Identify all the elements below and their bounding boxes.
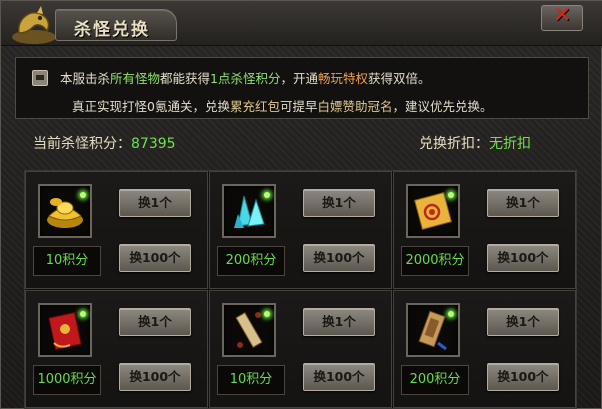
exchange-1-button[interactable]: 换1个 [119,189,191,217]
item-slot[interactable] [38,184,92,238]
close-button[interactable]: ✕ [541,3,583,31]
line2-segment: ，建议优先兑换。 [392,99,493,114]
exchange-100-button[interactable]: 换100个 [487,244,559,272]
item-slot[interactable] [222,184,276,238]
line1-segment: 1点杀怪积分 [210,71,281,86]
dragon-emblem-icon [12,6,56,44]
exchange-discount: 兑换折扣：无折扣 [419,133,531,153]
exchange-1-button[interactable]: 换1个 [487,308,559,336]
line1-segment: 所有怪物 [110,71,161,86]
line1-segment: 本服击杀 [60,71,111,86]
current-points-value: 87395 [131,136,176,152]
exchange-item-scroll: 10积分 换1个换100个 [209,290,392,408]
line1-segment: 畅玩特权 [318,71,369,86]
discount-label: 兑换折扣： [419,136,489,152]
current-points: 当前杀怪积分：87395 [33,133,176,153]
exchange-grid: 10积分 换1个 换100个 200积分 换1个 换100个 2000积分 换1个 换100个 1… [24,170,577,409]
line2-segment: 累充红包 [229,99,280,114]
info-line-2: 真正实现打怪0氪通关，兑换累充红包可提早白嫖赞助冠名，建议优先兑换。 [72,96,493,115]
item-cost: 1000积分 [33,365,101,395]
chest-icon [32,70,48,86]
sparkle-icon [80,311,86,317]
item-cost: 10积分 [217,365,285,395]
sparkle-icon [80,192,86,198]
exchange-100-button[interactable]: 换100个 [119,244,191,272]
exchange-item-token: 200积分 换1个换100个 [393,290,576,408]
sparkle-icon [264,311,270,317]
exchange-1-button[interactable]: 换1个 [303,189,375,217]
exchange-window: 杀怪兑换 ✕ 本服击杀所有怪物都能获得1点杀怪积分，开通畅玩特权获得双倍。 真正… [0,0,602,409]
info-panel: 本服击杀所有怪物都能获得1点杀怪积分，开通畅玩特权获得双倍。 真正实现打怪0氪通… [15,57,589,119]
item-slot[interactable] [406,303,460,357]
item-slot[interactable] [38,303,92,357]
discount-value: 无折扣 [489,136,531,152]
line1-segment: 获得双倍。 [368,71,431,86]
line2-segment: 真正实现打怪0氪通关，兑换 [72,99,230,114]
exchange-100-button[interactable]: 换100个 [119,363,191,391]
exchange-1-button[interactable]: 换1个 [487,189,559,217]
exchange-item-blue-crystal: 200积分 换1个换100个 [209,171,392,289]
line2-segment: 可提早 [279,99,318,114]
item-slot[interactable] [406,184,460,238]
title-bar: 杀怪兑换 ✕ [1,1,602,46]
item-cost: 200积分 [217,246,285,276]
sparkle-icon [448,192,454,198]
sparkle-icon [448,311,454,317]
title-tab: 杀怪兑换 [55,9,177,41]
exchange-item-gold-ingot: 10积分 换1个换100个 [25,171,208,289]
close-icon: ✕ [553,3,572,28]
line2-segment: 白嫖赞助冠名 [317,99,393,114]
exchange-item-red-envelope: 1000积分 换1个换100个 [25,290,208,408]
item-cost: 10积分 [33,246,101,276]
item-cost: 2000积分 [401,246,469,276]
exchange-100-button[interactable]: 换100个 [303,363,375,391]
item-cost: 200积分 [401,365,469,395]
current-points-label: 当前杀怪积分： [33,136,131,152]
exchange-item-gold-talisman: 2000积分 换1个换100个 [393,171,576,289]
item-slot[interactable] [222,303,276,357]
exchange-100-button[interactable]: 换100个 [303,244,375,272]
exchange-1-button[interactable]: 换1个 [119,308,191,336]
exchange-1-button[interactable]: 换1个 [303,308,375,336]
line1-segment: 都能获得 [160,71,211,86]
window-title: 杀怪兑换 [74,20,150,40]
line1-segment: ，开通 [280,71,319,86]
sparkle-icon [264,192,270,198]
exchange-100-button[interactable]: 换100个 [487,363,559,391]
info-line-1: 本服击杀所有怪物都能获得1点杀怪积分，开通畅玩特权获得双倍。 [60,68,431,87]
